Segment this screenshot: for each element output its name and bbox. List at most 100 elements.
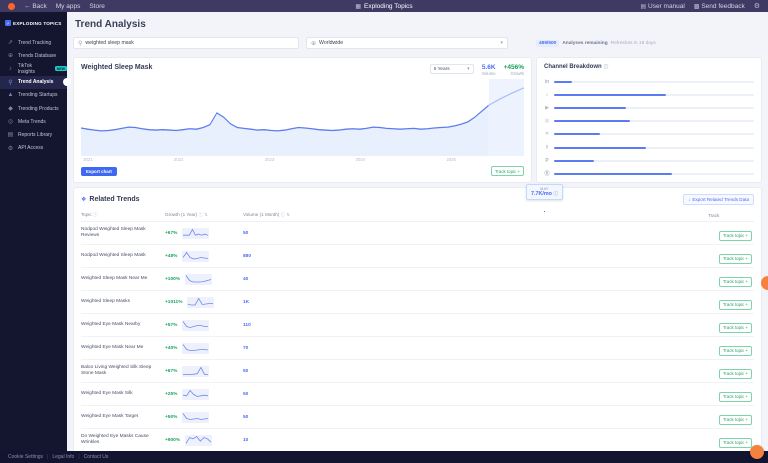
send-feedback-link[interactable]: ▩ Send feedback — [694, 3, 745, 10]
back-button[interactable]: ← Back — [24, 3, 47, 10]
table-row: Baloo Living Weighted Silk Sleep Stone M… — [81, 360, 754, 383]
footer-link[interactable]: Contact Us — [84, 454, 109, 460]
channel-bar-fill — [554, 147, 646, 149]
sidebar-item[interactable]: ◆ Trending Products — [0, 102, 67, 115]
sidebar-item[interactable]: ▲ Trending Startups — [0, 89, 67, 102]
channel-breakdown-title: Channel Breakdown — [544, 64, 602, 70]
topic-name[interactable]: Do Weighted Eye Masks Cause Wrinkles — [81, 429, 165, 452]
x-axis: 20212022202320242025 — [81, 157, 524, 163]
track-topic-button[interactable]: Track topic + — [719, 438, 752, 448]
sidebar-item[interactable]: ▤ Reports Library — [0, 128, 67, 141]
track-topic-button[interactable]: Track topic + — [719, 231, 752, 241]
channel-bar-fill — [554, 120, 630, 122]
growth-stat: +456% Growth — [504, 64, 524, 76]
sparkline-chart — [182, 228, 209, 239]
exploding-topics-logo[interactable]: ⚡ EXPLODING TOPICS — [0, 12, 67, 26]
topic-name[interactable]: Weighted Eye Mask Near Me — [81, 337, 165, 360]
table-row: Weighted Sleep Mask Near Me +100% 40 Tra… — [81, 268, 754, 291]
search-input[interactable] — [85, 40, 294, 46]
globe-icon: ⊕ — [311, 40, 316, 47]
sort-icon[interactable]: ⇅ — [204, 212, 208, 217]
sparkline-chart — [185, 274, 212, 285]
topic-name[interactable]: Nodpod Weighted Sleep Mask Reviews — [81, 222, 165, 245]
growth-value: +456% — [504, 64, 524, 71]
info-icon[interactable]: ⓘ — [93, 212, 98, 217]
export-chart-button[interactable]: Export chart — [81, 167, 117, 176]
track-topic-button[interactable]: Track topic + — [719, 392, 752, 402]
track-topic-button[interactable]: Track topic + — [719, 346, 752, 356]
topic-name[interactable]: Baloo Living Weighted Silk Sleep Stone M… — [81, 360, 165, 383]
store-link[interactable]: Store — [89, 3, 105, 10]
volume-value: 40 — [243, 268, 315, 291]
app-title: ▦ Exploding Topics — [355, 3, 412, 10]
volume-label: Volume — [482, 71, 496, 76]
trend-chart-svg — [81, 79, 524, 156]
channel-rows: in ♪ — [544, 75, 754, 181]
range-select[interactable]: 5 Years ▾ — [430, 64, 474, 74]
sidebar-item[interactable]: ◎ Meta Trends — [0, 115, 67, 128]
sidebar: ⚡ EXPLODING TOPICS ⇗ Trend Tracking ⊕ Tr… — [0, 12, 67, 451]
x-axis-label: 2021 — [83, 157, 92, 162]
sort-icon[interactable]: ⇅ — [286, 212, 290, 217]
growth-percent: +900% — [165, 438, 180, 443]
channel-bar-track — [554, 94, 754, 96]
topic-name[interactable]: Weighted Sleep Mask Near Me — [81, 268, 165, 291]
semrush-logo[interactable] — [8, 3, 15, 10]
trend-chart-card: Weighted Sleep Mask 5 Years ▾ 5.6K Volum… — [73, 57, 532, 183]
volume-value: 5.6K — [482, 64, 496, 71]
topic-name[interactable]: Weighted Sleep Masks — [81, 291, 165, 314]
sidebar-item[interactable]: ⇗ Trend Tracking — [0, 36, 67, 49]
my-apps-link[interactable]: My apps — [56, 3, 81, 10]
channel-row: in — [544, 75, 754, 88]
track-topic-button[interactable]: Track topic + — [719, 323, 752, 333]
footer-link[interactable]: Legal Info — [52, 454, 74, 460]
channel-icon: Ⓡ — [544, 170, 550, 177]
sidebar-item[interactable]: ⚲ Trend Analysis — [0, 76, 67, 89]
channel-icon: ◎ — [544, 118, 550, 124]
volume-value: 1K — [243, 291, 315, 314]
info-icon[interactable]: ⓘ — [553, 191, 558, 196]
info-icon[interactable]: ⓘ — [604, 64, 609, 70]
export-related-trends-button[interactable]: ↓ Export Related Trends Data — [683, 194, 754, 205]
forecast-point-marker — [543, 210, 546, 213]
user-manual-link[interactable]: ▤ User manual — [641, 3, 685, 10]
info-icon[interactable]: ⓘ — [198, 212, 203, 217]
track-topic-button[interactable]: Track topic + — [719, 277, 752, 287]
settings-gear-icon[interactable]: ⚙ — [754, 2, 760, 10]
sidebar-item[interactable]: ♪ TikTok Insights NEW — [0, 62, 67, 75]
sidebar-item-icon: ▲ — [7, 92, 14, 98]
region-select[interactable]: ⊕ Worldwide ▾ — [306, 37, 508, 49]
volume-value: 110 — [243, 314, 315, 337]
track-topic-button[interactable]: Track topic + — [719, 254, 752, 264]
sidebar-item[interactable]: ⚙ API Access — [0, 142, 67, 155]
topic-name[interactable]: Weighted Eye Mask Target — [81, 406, 165, 429]
track-topic-button[interactable]: Track topic + — [491, 166, 524, 176]
forecast-tooltip: MAY 7.7K/mo ⓘ — [526, 184, 563, 200]
manual-icon: ▤ — [641, 4, 647, 10]
track-topic-button[interactable]: Track topic + — [719, 300, 752, 310]
trend-title: Weighted Sleep Mask — [81, 64, 152, 71]
quota-pill: 499/500 — [536, 40, 559, 47]
table-row: Nodpod Weighted Sleep Mask +48% 880 Trac… — [81, 245, 754, 268]
track-topic-button[interactable]: Track topic + — [719, 415, 752, 425]
tooltip-value: 7.7K/mo — [531, 191, 552, 197]
topic-name[interactable]: Weighted Eye Mask Silk — [81, 383, 165, 406]
sparkline-chart — [185, 435, 212, 446]
topic-name[interactable]: Nodpod Weighted Sleep Mask — [81, 245, 165, 268]
sidebar-item[interactable]: ⊕ Trends Database — [0, 49, 67, 62]
side-chat-tab[interactable] — [761, 276, 768, 290]
topic-name[interactable]: Weighted Eye Mask Nearby — [81, 314, 165, 337]
download-icon: ↓ — [688, 197, 690, 202]
track-topic-button[interactable]: Track topic + — [719, 369, 752, 379]
footer-link[interactable]: Cookie Settings — [8, 454, 43, 460]
sidebar-item-icon: ⇗ — [7, 39, 14, 46]
volume-value: 880 — [243, 245, 315, 268]
info-icon[interactable]: ⓘ — [281, 212, 286, 217]
chat-launcher-button[interactable] — [750, 445, 764, 459]
trend-chart[interactable] — [81, 79, 524, 156]
logo-text: EXPLODING TOPICS — [13, 21, 62, 26]
sparkline-chart — [182, 343, 209, 354]
channel-icon: ✕ — [544, 131, 550, 137]
x-axis-label: 2022 — [174, 157, 183, 162]
sidebar-item-label: Trends Database — [18, 53, 56, 59]
